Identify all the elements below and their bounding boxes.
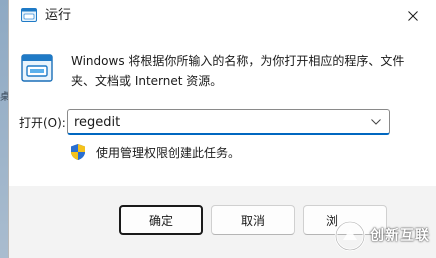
title-bar[interactable]: 运行 (9, 0, 436, 32)
open-label: 打开(O): (19, 116, 66, 130)
watermark-text: 创新互联 (370, 228, 430, 244)
run-app-icon (21, 8, 37, 22)
close-button[interactable] (390, 0, 436, 32)
desktop: 桌 运行 Windows 将根据你所输入的名称，为你打开相应的程序、文件夹、文档… (0, 0, 436, 258)
close-icon (408, 11, 418, 21)
run-program-icon (21, 54, 53, 82)
watermark: 创新互联 (332, 218, 436, 254)
dialog-content: Windows 将根据你所输入的名称，为你打开相应的程序、文件夹、文档或 Int… (9, 32, 436, 186)
uac-shield-icon (71, 144, 85, 160)
dialog-description: Windows 将根据你所输入的名称，为你打开相应的程序、文件夹、文档或 Int… (71, 54, 405, 88)
desktop-edge: 桌 (0, 0, 8, 258)
open-input[interactable] (74, 112, 354, 132)
admin-notice-text: 使用管理权限创建此任务。 (96, 146, 241, 160)
window-title: 运行 (45, 8, 72, 23)
open-combobox[interactable] (67, 109, 390, 135)
chevron-down-icon (371, 119, 381, 125)
cancel-button[interactable]: 取消 (211, 205, 295, 235)
dropdown-button[interactable] (366, 112, 386, 132)
ok-button[interactable]: 确定 (119, 205, 203, 235)
watermark-logo-icon (334, 220, 366, 252)
desktop-edge-glyph: 桌 (0, 92, 8, 103)
